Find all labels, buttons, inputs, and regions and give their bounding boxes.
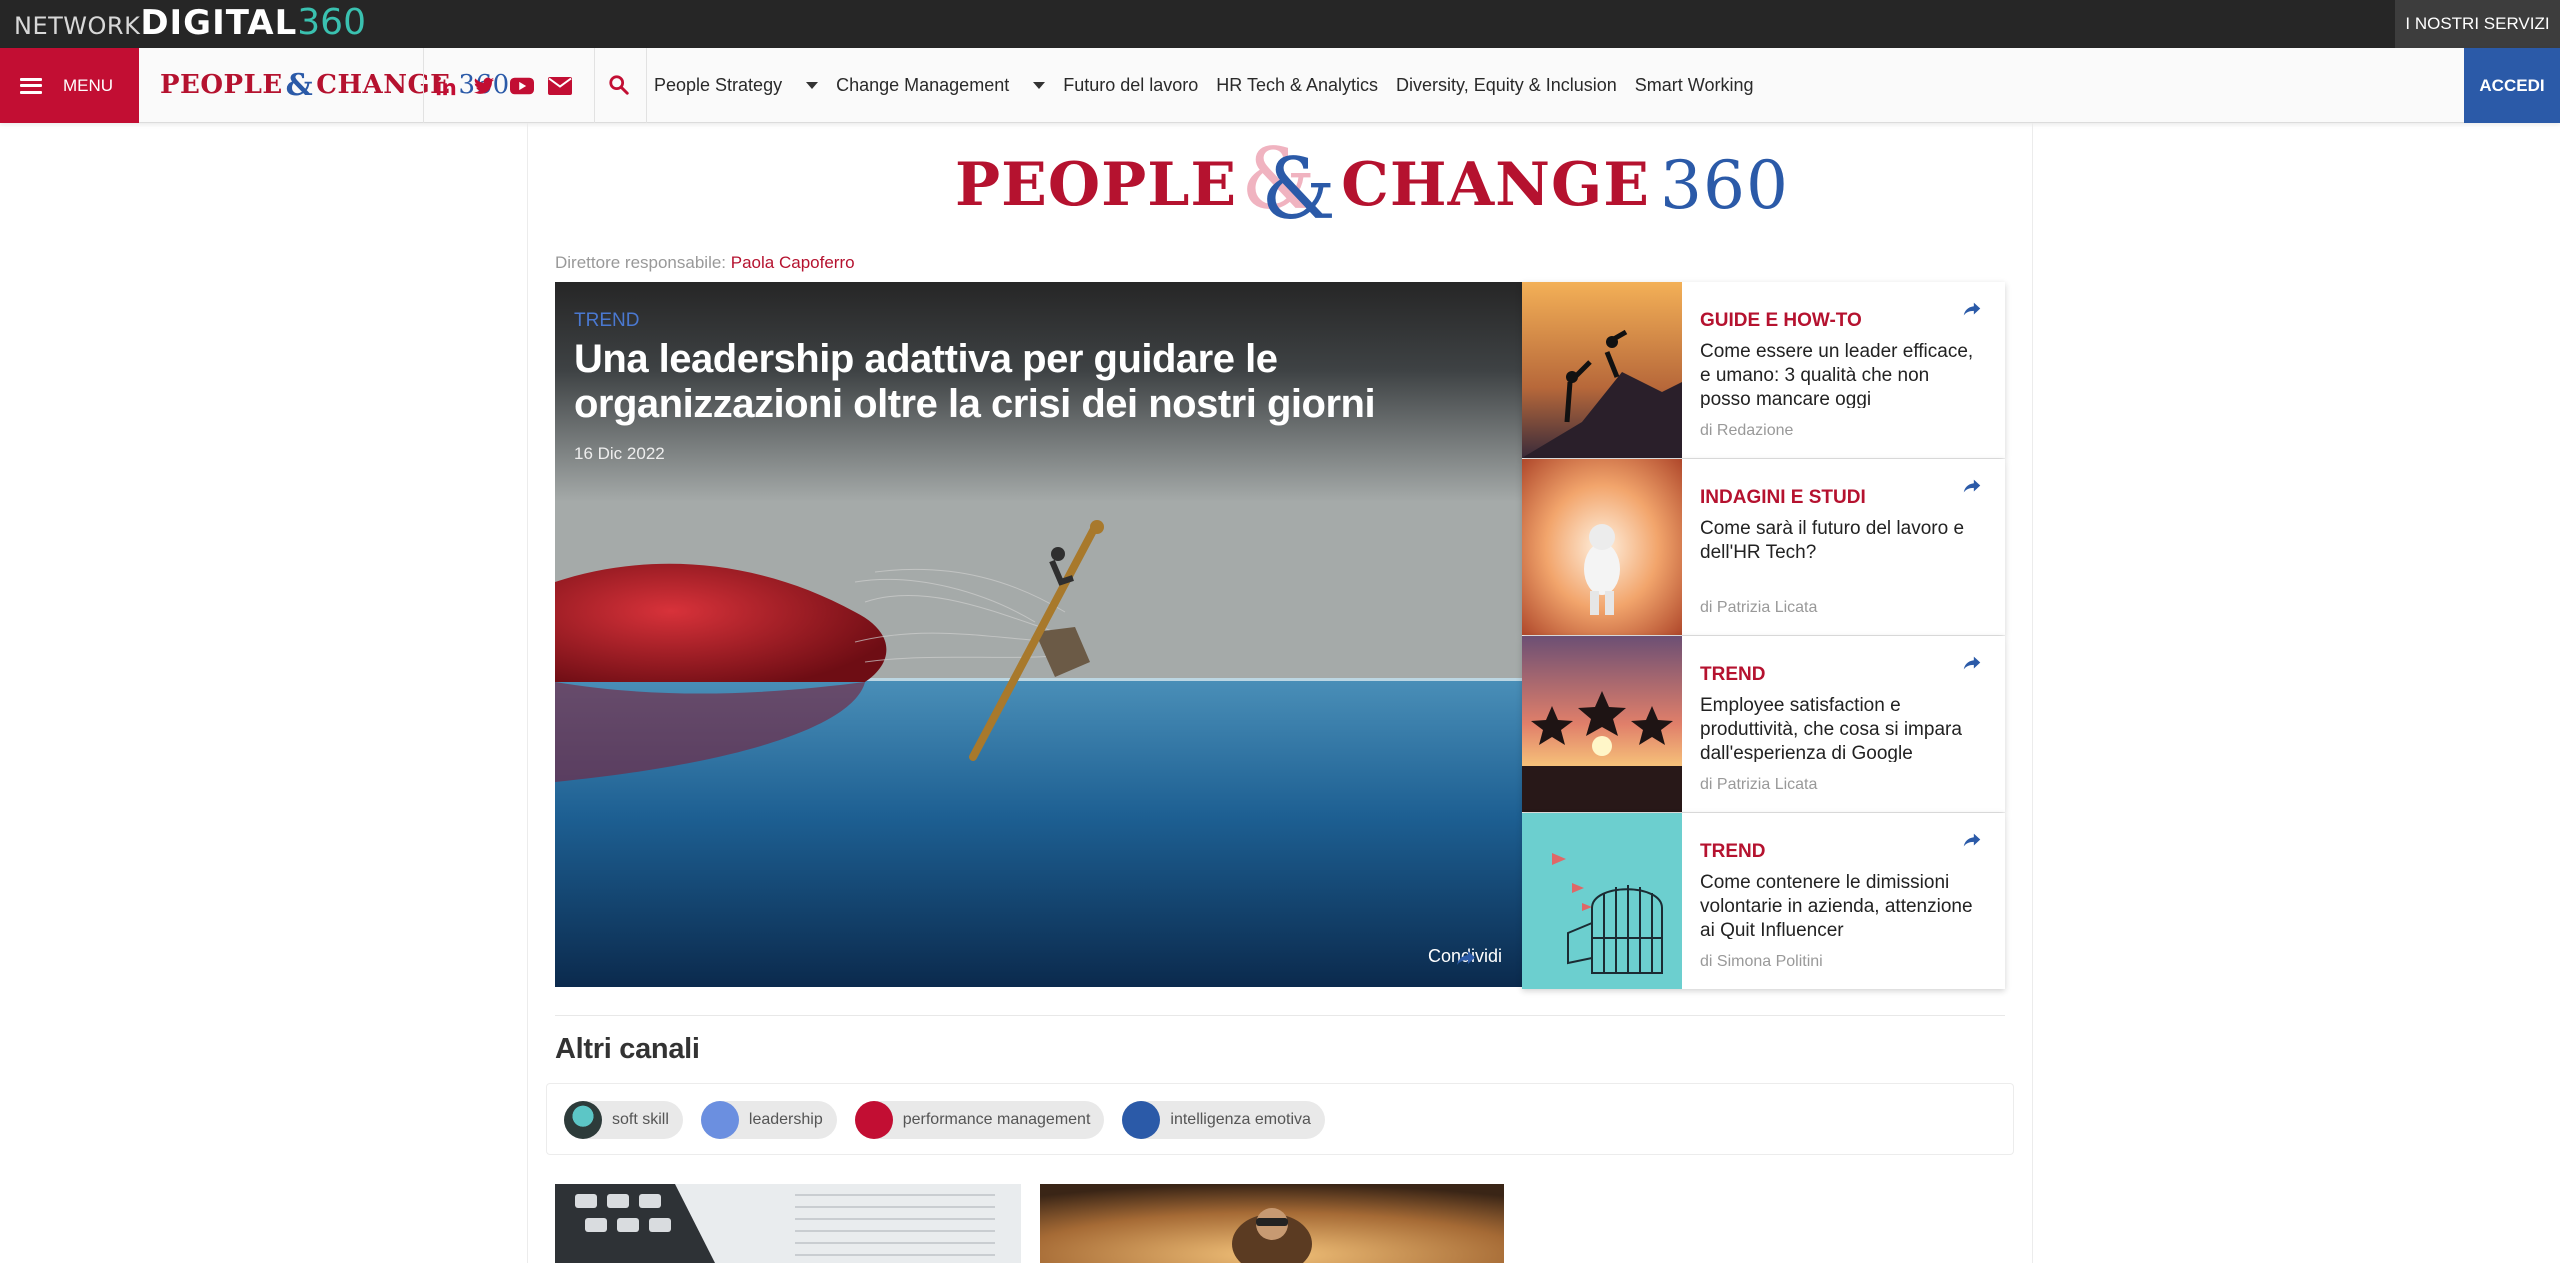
hero-article[interactable]: TREND Una leadership adattiva per guidar…: [555, 282, 1522, 987]
nav-link-hr-tech-analytics[interactable]: HR Tech & Analytics: [1216, 75, 1378, 96]
side-article[interactable]: TREND Come contenere le dimissioni volon…: [1522, 813, 2005, 989]
article-thumbnail: [1522, 813, 1682, 989]
article-category[interactable]: TREND: [1700, 664, 1765, 686]
youtube-icon[interactable]: [510, 74, 534, 98]
social-links: [434, 74, 572, 98]
share-icon[interactable]: [1961, 475, 1983, 497]
nav-link-diversity-equity-inclusion[interactable]: Diversity, Equity & Inclusion: [1396, 75, 1617, 96]
menu-button[interactable]: MENU: [0, 48, 139, 123]
share-icon[interactable]: [1454, 946, 1478, 970]
side-article[interactable]: INDAGINI E STUDI Come sarà il futuro del…: [1522, 459, 2005, 635]
mail-icon[interactable]: [548, 74, 572, 98]
side-article[interactable]: GUIDE E HOW-TO Come essere un leader eff…: [1522, 282, 2005, 458]
article-thumbnail: [1522, 282, 1682, 458]
channel-chip-intelligenza-emotiva[interactable]: intelligenza emotiva: [1122, 1101, 1325, 1139]
channel-chip-soft-skill[interactable]: soft skill: [564, 1101, 683, 1139]
article-title[interactable]: Come contenere le dimissioni volontarie …: [1700, 871, 1985, 939]
search-icon[interactable]: [608, 74, 630, 96]
hero-title[interactable]: Una leadership adattiva per guidare le o…: [574, 337, 1474, 427]
article-author: di Patrizia Licata: [1700, 599, 1818, 616]
network-digital360-logo[interactable]: NETWORK DIGITAL 360: [14, 2, 366, 46]
nav-link-smart-working[interactable]: Smart Working: [1635, 75, 1754, 96]
network-bar: NETWORK DIGITAL 360 I NOSTRI SERVIZI: [0, 0, 2560, 48]
nav-link-change-management[interactable]: Change Management: [836, 75, 1046, 96]
channel-avatar: [564, 1101, 602, 1139]
nav-link-people-strategy[interactable]: People Strategy: [654, 75, 819, 96]
share-icon[interactable]: [1961, 829, 1983, 851]
nav-link-futuro-del-lavoro[interactable]: Futuro del lavoro: [1063, 75, 1198, 96]
hamburger-icon: [20, 77, 42, 94]
article-thumbnail: [1522, 636, 1682, 812]
article-thumbnail: [1522, 459, 1682, 635]
hero-date: 16 Dic 2022: [574, 444, 665, 463]
hero-category[interactable]: TREND: [574, 310, 639, 332]
article-author: di Redazione: [1700, 422, 1794, 439]
login-button[interactable]: ACCEDI: [2464, 48, 2560, 123]
our-services-button[interactable]: I NOSTRI SERVIZI: [2395, 0, 2560, 48]
article-category[interactable]: GUIDE E HOW-TO: [1700, 310, 1862, 332]
article-title[interactable]: Come essere un leader efficace, e umano:…: [1700, 340, 1985, 408]
hero-share[interactable]: Condividi: [1428, 946, 1502, 967]
other-channels-heading: Altri canali: [555, 1033, 700, 1065]
nav-divider: [646, 48, 647, 123]
share-icon[interactable]: [1961, 298, 1983, 320]
article-author: di Simona Politini: [1700, 953, 1823, 970]
article-card[interactable]: [1040, 1184, 1504, 1263]
editor-name-link[interactable]: Paola Capoferro: [731, 253, 855, 272]
channel-chips: soft skill leadership performance manage…: [564, 1101, 1325, 1139]
masthead-logo[interactable]: PEOPLE & & CHANGE 360: [955, 130, 1789, 238]
nav-divider: [594, 48, 595, 123]
article-card[interactable]: [555, 1184, 1021, 1263]
article-thumbnail: [555, 1184, 1021, 1263]
article-category[interactable]: TREND: [1700, 841, 1765, 863]
channel-avatar: [1122, 1101, 1161, 1139]
channel-chip-performance-management[interactable]: performance management: [854, 1101, 1105, 1139]
ampersand-mark: & &: [1241, 130, 1337, 238]
article-category[interactable]: INDAGINI E STUDI: [1700, 487, 1866, 509]
channel-avatar: [700, 1101, 739, 1139]
article-title[interactable]: Employee satisfaction e produttività, ch…: [1700, 694, 1985, 762]
channel-chip-leadership[interactable]: leadership: [700, 1101, 837, 1139]
section-divider: [555, 1015, 2005, 1016]
chevron-down-icon[interactable]: [806, 82, 819, 89]
article-title[interactable]: Come sarà il futuro del lavoro e dell'HR…: [1700, 517, 1985, 585]
article-thumbnail: [1040, 1184, 1504, 1263]
twitter-icon[interactable]: [472, 74, 496, 98]
share-icon[interactable]: [1961, 652, 1983, 674]
channel-avatar: [854, 1101, 893, 1139]
article-author: di Patrizia Licata: [1700, 776, 1818, 793]
linkedin-icon[interactable]: [434, 74, 458, 98]
chevron-down-icon[interactable]: [1033, 82, 1046, 89]
side-article[interactable]: TREND Employee satisfaction e produttivi…: [1522, 636, 2005, 812]
nav-divider: [423, 48, 424, 123]
section-links: People Strategy Change Management Futuro…: [654, 48, 1772, 123]
menu-label: MENU: [63, 75, 114, 95]
editor-credit: Direttore responsabile: Paola Capoferro: [555, 253, 855, 272]
